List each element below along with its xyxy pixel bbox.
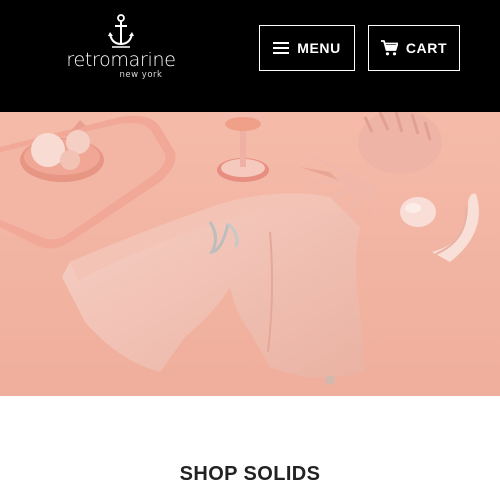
logo-tagline: new york (119, 70, 163, 80)
hero-image[interactable] (0, 112, 500, 396)
cart-button[interactable]: CART (368, 25, 460, 71)
anchor-icon (108, 14, 134, 48)
hamburger-icon (273, 42, 290, 54)
hero-illustration (0, 112, 500, 396)
cart-button-label: CART (405, 40, 448, 56)
menu-button[interactable]: MENU (259, 25, 355, 71)
shopping-cart-icon (380, 40, 398, 56)
site-header: retromarine new york MENU CART (0, 0, 500, 112)
section-title: SHOP SOLIDS (179, 463, 321, 485)
logo-brand-text: retromarine (66, 49, 176, 71)
menu-button-label: MENU (297, 40, 341, 56)
site-logo[interactable]: retromarine new york (60, 14, 182, 94)
lemon (400, 197, 436, 227)
